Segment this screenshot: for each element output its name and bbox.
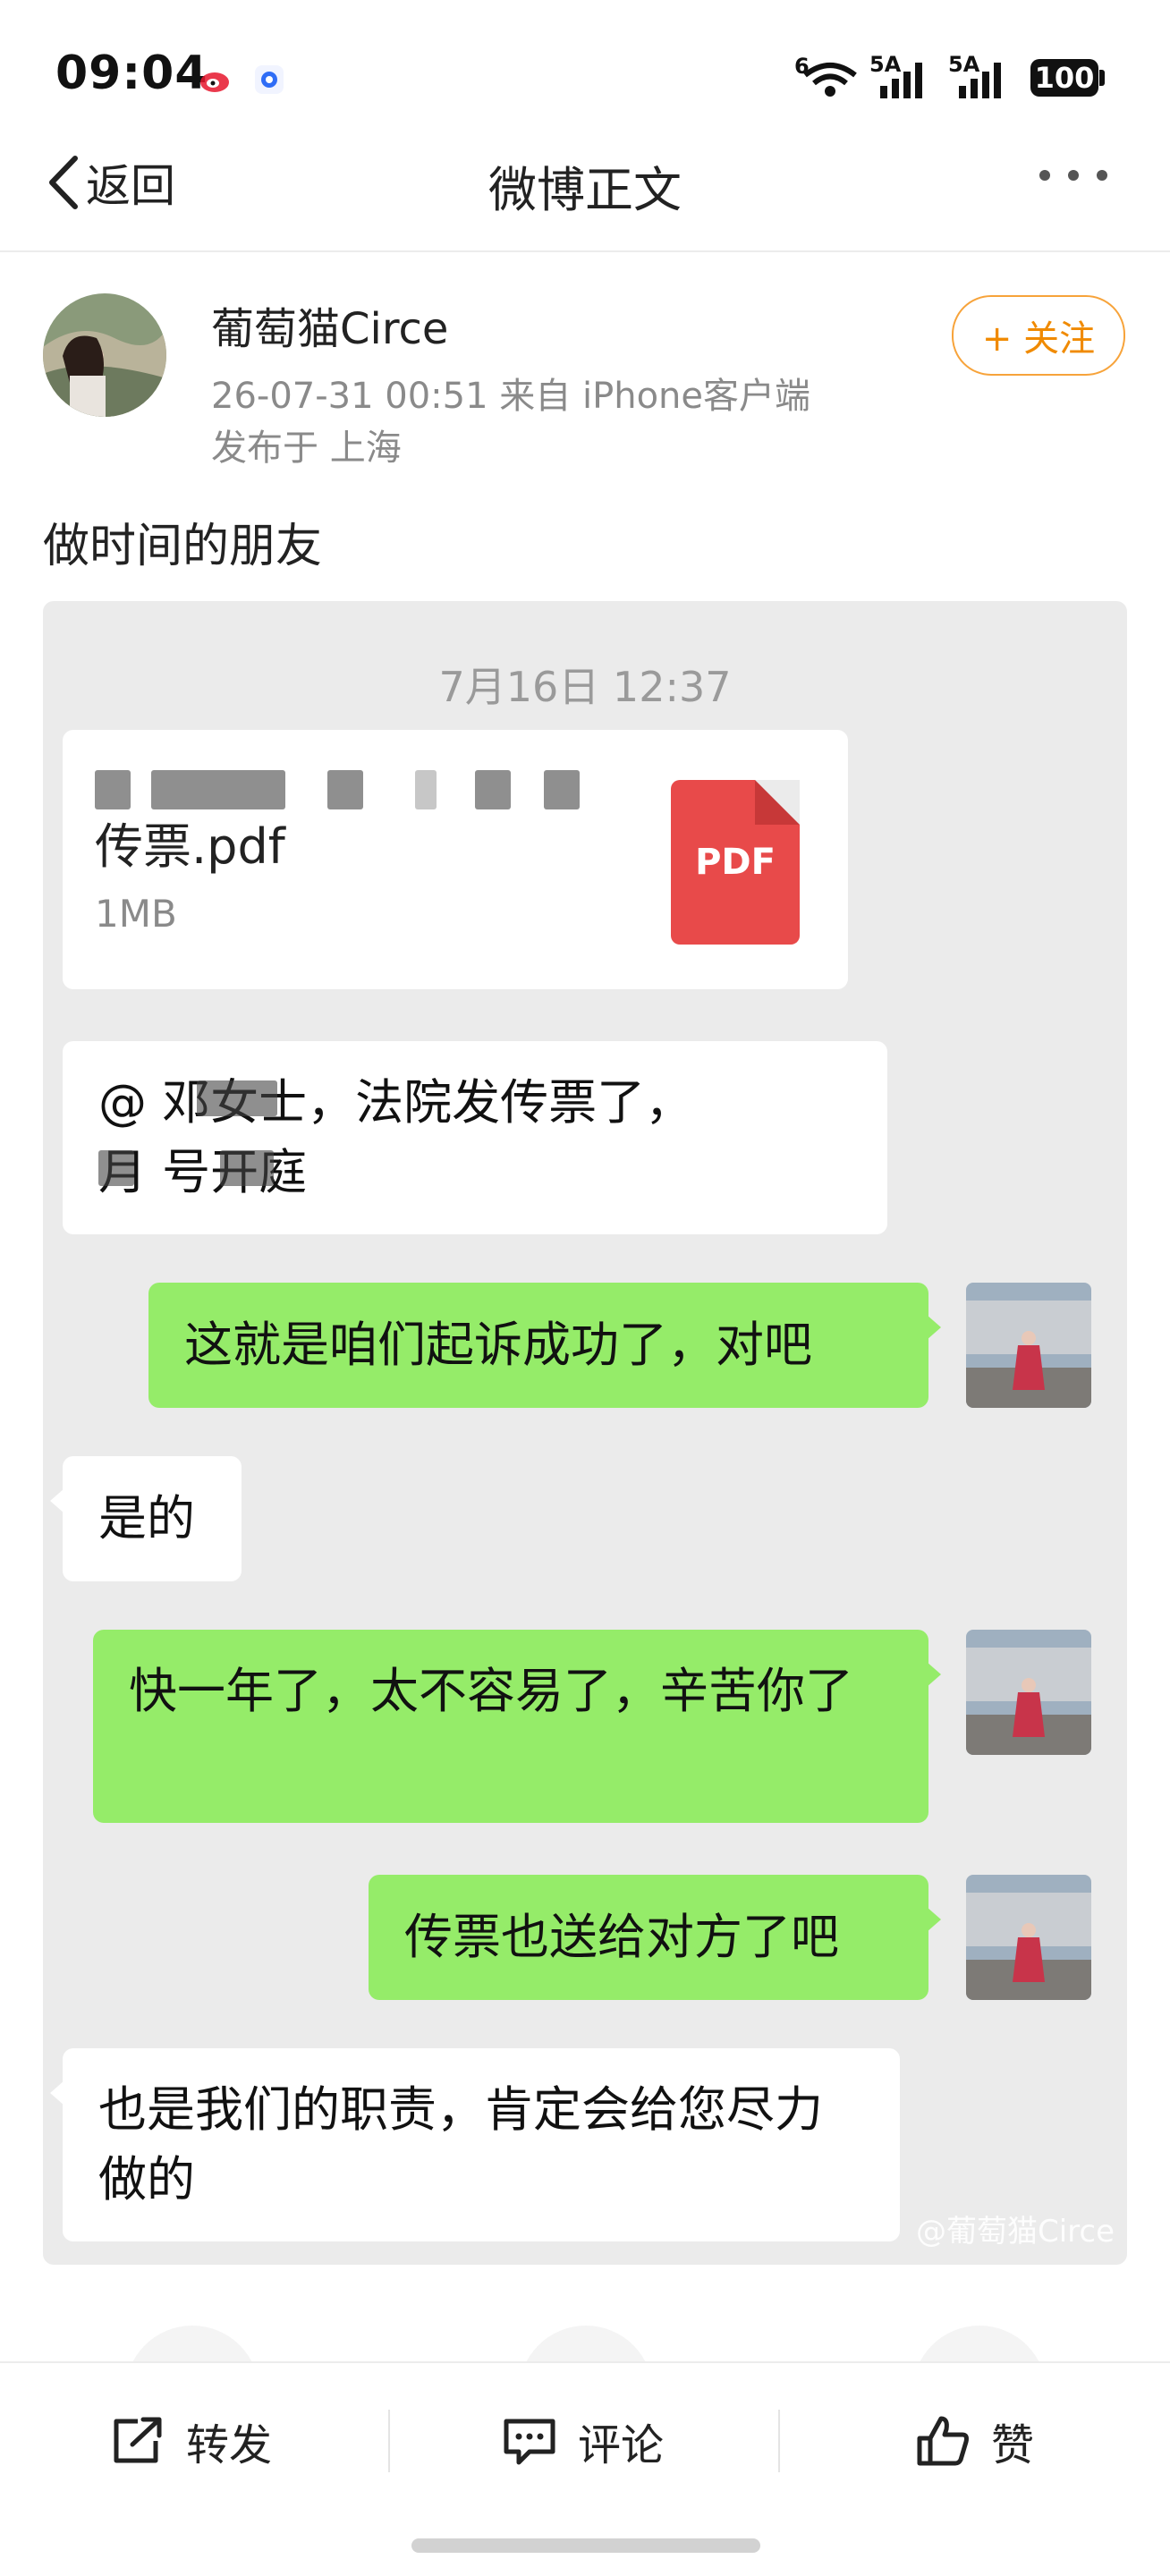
post-location: 发布于 上海	[211, 428, 402, 469]
wifi-label: 6	[794, 54, 810, 79]
message-5-text: 传票也送给对方了吧	[404, 1909, 839, 1965]
message-left-1[interactable]: @ 邓女士，法院发传票了， 月 号开庭	[63, 1041, 887, 1234]
message-right-2[interactable]: 这就是咱们起诉成功了，对吧	[148, 1283, 941, 1408]
signal2-icon	[959, 61, 1001, 98]
action-bar-divider	[0, 2361, 1170, 2363]
file-message[interactable]: 传票.pdf 1MB PDF	[63, 730, 848, 989]
redaction-block	[98, 1150, 134, 1186]
post-meta: 26-07-31 00:51 来自 iPhone客户端	[211, 376, 810, 417]
more-dot-2	[1068, 170, 1079, 181]
more-button[interactable]	[1029, 157, 1118, 202]
author-name[interactable]: 葡萄猫Circe	[211, 293, 448, 356]
comment-label: 评论	[578, 2420, 665, 2470]
bubble-tail	[927, 1662, 941, 1687]
redaction-block	[220, 1150, 274, 1186]
message-1-line1-text: @ 邓女士，法院发传票了，	[98, 1074, 694, 1131]
message-left-6[interactable]: 也是我们的职责，肯定会给您尽力做的	[50, 2048, 900, 2241]
bubble-tail	[50, 1488, 64, 1513]
weibo-icon	[200, 72, 229, 92]
nav-divider	[0, 250, 1170, 252]
chat-timestamp: 7月16日 12:37	[438, 663, 732, 711]
thumbs-up-icon	[917, 2416, 969, 2466]
like-label: 赞	[991, 2420, 1035, 2470]
pdf-fold	[755, 780, 800, 825]
home-indicator[interactable]	[411, 2538, 760, 2553]
post-image-chat-screenshot[interactable]: 7月16日 12:37 传票.pdf 1MB PDF @ 邓女士，法院发传票了，…	[43, 601, 1127, 2265]
message-right-5[interactable]: 传票也送给对方了吧	[369, 1875, 941, 2000]
repost-label: 转发	[186, 2420, 273, 2470]
chat-avatar-self[interactable]	[966, 1630, 1091, 1755]
pdf-file-icon: PDF	[671, 780, 800, 945]
like-button[interactable]: 赞	[916, 2410, 1034, 2472]
image-watermark: @葡萄猫Circe	[915, 2214, 1115, 2250]
bubble-tail	[927, 1907, 941, 1932]
repost-icon	[114, 2417, 162, 2463]
page-title: 微博正文	[488, 162, 682, 218]
battery-indicator: 100	[1030, 59, 1098, 97]
redaction-block	[197, 1080, 277, 1116]
chat-avatar-self[interactable]	[966, 1875, 1091, 2000]
pdf-label: PDF	[695, 842, 776, 883]
battery-tip	[1099, 70, 1105, 86]
signal1-icon	[880, 61, 922, 98]
message-6-text: 也是我们的职责，肯定会给您尽力做的	[98, 2081, 823, 2207]
message-1-line2: 月 号开庭	[98, 1138, 852, 1208]
message-2-text: 这就是咱们起诉成功了，对吧	[184, 1317, 812, 1373]
comment-button[interactable]: 评论	[503, 2410, 664, 2472]
chat-avatar-self[interactable]	[966, 1283, 1091, 1408]
more-dots-icon	[1039, 170, 1050, 181]
message-right-4[interactable]: 快一年了，太不容易了，辛苦你了	[93, 1630, 941, 1823]
status-time: 09:04	[55, 47, 208, 100]
more-dot-3	[1097, 170, 1107, 181]
browser-icon	[255, 65, 284, 94]
message-4-text: 快一年了，太不容易了，辛苦你了	[129, 1663, 853, 1719]
comment-icon	[504, 2419, 555, 2465]
action-separator	[388, 2410, 390, 2472]
bubble-tail	[50, 2080, 64, 2106]
author-avatar[interactable]	[43, 293, 166, 417]
message-left-3[interactable]: 是的	[50, 1456, 242, 1581]
action-separator	[778, 2410, 780, 2472]
repost-button[interactable]: 转发	[111, 2410, 272, 2472]
bubble-tail	[927, 1315, 941, 1340]
back-label: 返回	[86, 160, 175, 212]
post-text: 做时间的朋友	[43, 520, 323, 573]
chevron-left-icon	[49, 156, 78, 209]
back-button[interactable]: 返回	[45, 150, 175, 215]
follow-button[interactable]: + 关注	[952, 295, 1125, 376]
message-3-text: 是的	[98, 1490, 195, 1546]
